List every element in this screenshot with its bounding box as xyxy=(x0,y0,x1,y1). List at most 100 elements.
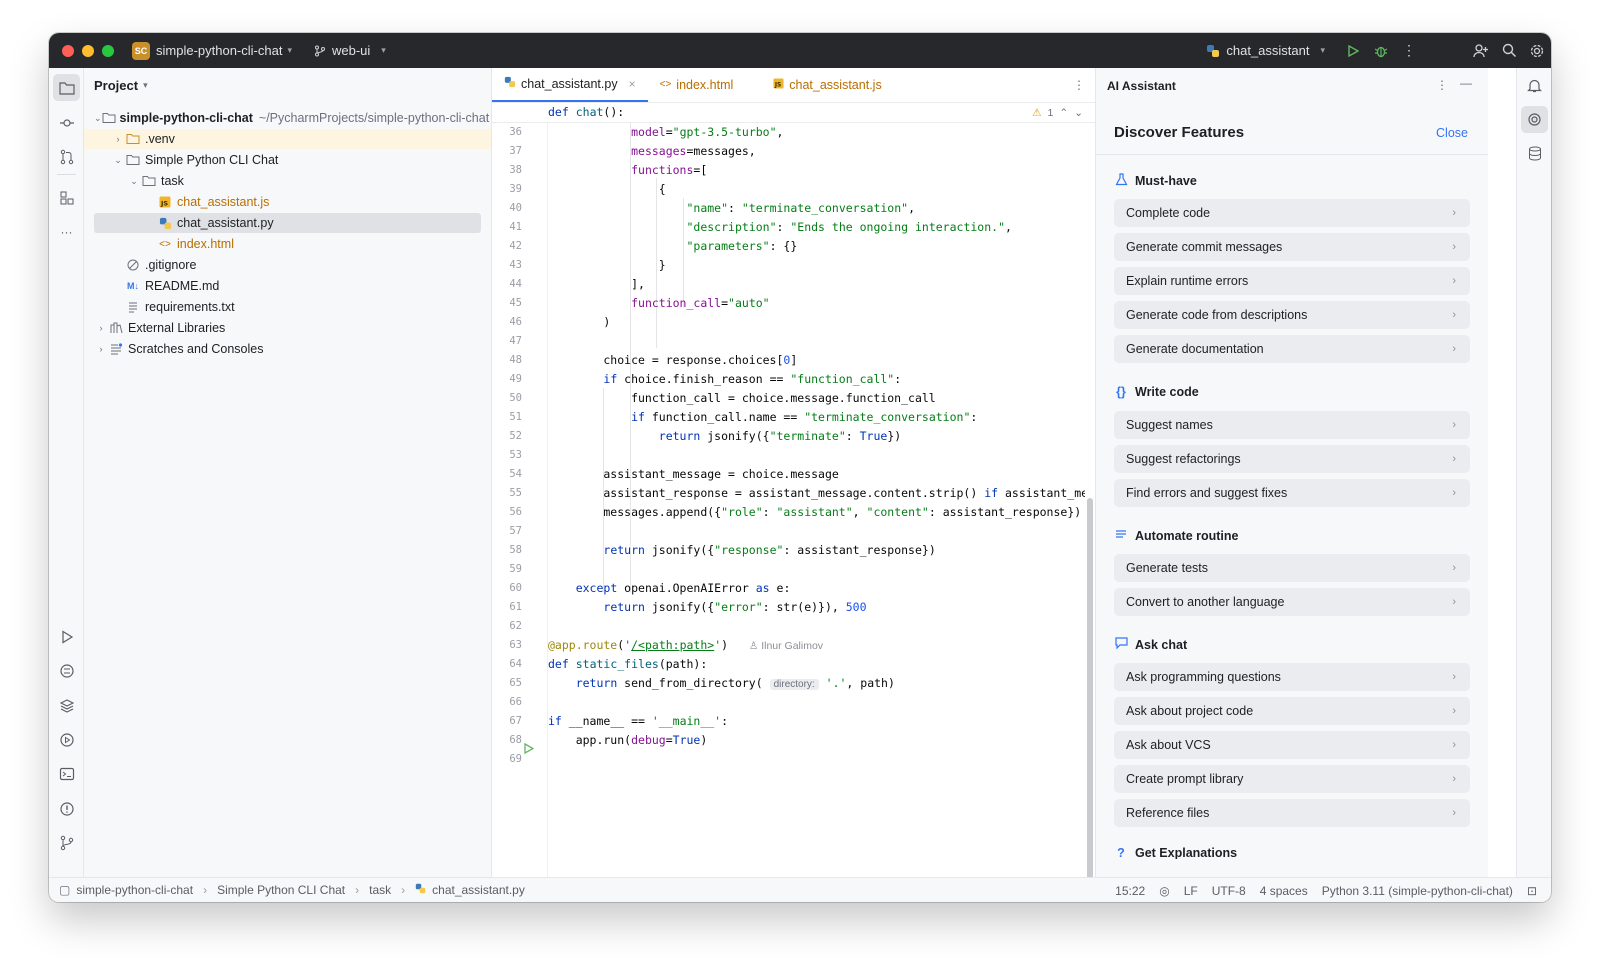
close-window-button[interactable] xyxy=(62,44,74,57)
inspection-widget[interactable]: ⚠ 1 ⌃ ⌄ xyxy=(1032,107,1083,119)
settings-button[interactable] xyxy=(1523,37,1551,65)
python-console-button[interactable] xyxy=(53,657,80,684)
project-panel-header[interactable]: Project ▾ xyxy=(84,68,491,103)
feature-find-errors[interactable]: Find errors and suggest fixes › xyxy=(1114,479,1470,507)
chevron-right-icon[interactable]: › xyxy=(94,344,108,354)
sticky-scroll-header[interactable]: def chat(): xyxy=(492,103,1095,123)
tree-item-root[interactable]: ⌄ simple-python-cli-chat ~/PycharmProjec… xyxy=(94,108,489,128)
caret-position[interactable]: 15:22 xyxy=(1115,884,1145,898)
run-config-selector[interactable]: chat_assistant ▾ xyxy=(1206,43,1325,58)
tree-item-requirements[interactable]: requirements.txt xyxy=(94,297,481,317)
run-button[interactable] xyxy=(1339,37,1367,65)
tree-item-readme[interactable]: M↓ README.md xyxy=(94,276,481,296)
breadcrumb-item[interactable]: Simple Python CLI Chat xyxy=(217,883,345,897)
chevron-down-icon[interactable]: ⌄ xyxy=(94,113,102,124)
tree-item-venv[interactable]: › .venv xyxy=(84,129,491,149)
code-line: return jsonify({"error": str(e)}), 500 xyxy=(603,600,867,614)
chevron-up-icon[interactable]: ⌃ xyxy=(1059,107,1068,119)
editor-scrollbar[interactable] xyxy=(1087,498,1093,888)
tree-item-external-libraries[interactable]: › External Libraries xyxy=(94,318,481,338)
services-tool-button[interactable] xyxy=(53,726,80,753)
tree-item-scratches[interactable]: › Scratches and Consoles xyxy=(94,339,481,359)
chevron-down-icon[interactable]: ⌄ xyxy=(111,155,125,166)
run-tool-button[interactable] xyxy=(53,623,80,650)
structure-tool-button[interactable] xyxy=(53,184,80,211)
file-encoding[interactable]: UTF-8 xyxy=(1212,884,1246,898)
chevron-right-icon[interactable]: › xyxy=(111,134,125,144)
tree-item-chat-assistant-js[interactable]: JS chat_assistant.js xyxy=(94,192,481,212)
breadcrumb-item[interactable]: chat_assistant.py xyxy=(432,883,525,897)
feature-suggest-refactorings[interactable]: Suggest refactorings › xyxy=(1114,445,1470,473)
search-everywhere-button[interactable] xyxy=(1495,37,1523,65)
section-write-code: {} Write code xyxy=(1114,385,1199,399)
feature-ask-programming-questions[interactable]: Ask programming questions › xyxy=(1114,663,1470,691)
tab-index-html[interactable]: <> index.html xyxy=(648,67,746,102)
indent-setting[interactable]: 4 spaces xyxy=(1260,884,1308,898)
more-tools-button[interactable]: ··· xyxy=(53,218,80,245)
feature-reference-files[interactable]: Reference files › xyxy=(1114,799,1470,827)
ai-assistant-tool-button[interactable] xyxy=(1521,106,1548,133)
section-title: Ask chat xyxy=(1135,637,1188,652)
unlock-icon[interactable]: ⊡ xyxy=(1527,884,1537,898)
problems-tool-button[interactable] xyxy=(53,795,80,822)
code-area[interactable]: model="gpt-3.5-turbo", messages=messages… xyxy=(548,103,1085,877)
section-title: Automate routine xyxy=(1135,529,1239,543)
breadcrumb-item[interactable]: simple-python-cli-chat xyxy=(76,883,193,897)
database-tool-button[interactable] xyxy=(1521,140,1548,167)
feature-generate-code-from-descriptions[interactable]: Generate code from descriptions › xyxy=(1114,301,1470,329)
line-separator[interactable]: LF xyxy=(1184,884,1198,898)
line-number: 44 xyxy=(509,278,522,290)
minimize-window-button[interactable] xyxy=(82,44,94,57)
feature-explain-runtime-errors[interactable]: Explain runtime errors › xyxy=(1114,267,1470,295)
feature-complete-code[interactable]: Complete code › xyxy=(1114,199,1470,227)
tree-item-simple-python-cli-chat[interactable]: ⌄ Simple Python CLI Chat xyxy=(94,150,481,170)
vertical-dots-icon[interactable]: ⋮ xyxy=(1073,78,1085,92)
feature-suggest-names[interactable]: Suggest names › xyxy=(1114,411,1470,439)
feature-convert-language[interactable]: Convert to another language › xyxy=(1114,588,1470,616)
add-user-button[interactable] xyxy=(1467,37,1495,65)
chevron-right-icon[interactable]: › xyxy=(94,323,108,333)
feature-generate-commit-messages[interactable]: Generate commit messages › xyxy=(1114,233,1470,261)
notifications-button[interactable] xyxy=(1521,72,1548,99)
close-tab-icon[interactable]: × xyxy=(629,77,636,91)
pull-requests-tool-button[interactable] xyxy=(53,143,80,170)
python-interpreter[interactable]: Python 3.11 (simple-python-cli-chat) xyxy=(1322,884,1513,898)
terminal-tool-button[interactable] xyxy=(53,760,80,787)
feature-create-prompt-library[interactable]: Create prompt library › xyxy=(1114,765,1470,793)
feature-ask-about-project-code[interactable]: Ask about project code › xyxy=(1114,697,1470,725)
more-actions-button[interactable]: ⋮ xyxy=(1395,37,1423,65)
minimize-icon[interactable]: — xyxy=(1460,76,1472,90)
debug-button[interactable] xyxy=(1367,37,1395,65)
problems-icon xyxy=(59,801,74,816)
feature-ask-about-vcs[interactable]: Ask about VCS › xyxy=(1114,731,1470,759)
tree-item-task[interactable]: ⌄ task xyxy=(94,171,481,191)
chevron-down-icon[interactable]: ⌄ xyxy=(1074,107,1083,119)
tab-chat-assistant-js[interactable]: JS chat_assistant.js xyxy=(761,67,893,102)
branch-switcher[interactable]: web-ui ▾ xyxy=(314,43,386,58)
zoom-window-button[interactable] xyxy=(102,44,114,57)
author-hint[interactable]: ♙ Ilnur Galimov xyxy=(749,640,823,652)
tree-item-index-html[interactable]: <> index.html xyxy=(94,234,481,254)
tab-chat-assistant-py[interactable]: chat_assistant.py × xyxy=(492,67,648,102)
run-gutter-icon[interactable] xyxy=(524,743,534,754)
breadcrumb-item[interactable]: task xyxy=(369,883,391,897)
feature-generate-documentation[interactable]: Generate documentation › xyxy=(1114,335,1470,363)
close-link[interactable]: Close xyxy=(1436,126,1468,140)
python-console-icon xyxy=(59,663,74,678)
tree-item-chat-assistant-py[interactable]: chat_assistant.py xyxy=(94,213,481,233)
ai-status-icon[interactable]: ◎ xyxy=(1159,884,1169,898)
project-badge[interactable]: SC xyxy=(132,41,150,60)
python-packages-button[interactable] xyxy=(53,692,80,719)
code-line: model="gpt-3.5-turbo", xyxy=(631,125,784,139)
code-line: functions=[ xyxy=(631,163,708,177)
section-title: Must-have xyxy=(1135,174,1197,188)
chevron-down-icon[interactable]: ⌄ xyxy=(127,176,141,187)
tree-item-gitignore[interactable]: .gitignore xyxy=(94,255,481,275)
git-tool-button[interactable] xyxy=(53,829,80,856)
feature-generate-tests[interactable]: Generate tests › xyxy=(1114,554,1470,582)
project-switcher[interactable]: simple-python-cli-chat xyxy=(156,43,282,58)
vertical-dots-icon[interactable]: ⋮ xyxy=(1436,78,1448,92)
project-tool-button[interactable] xyxy=(53,74,80,101)
commit-tool-button[interactable] xyxy=(53,109,80,136)
terminal-icon xyxy=(59,767,74,780)
